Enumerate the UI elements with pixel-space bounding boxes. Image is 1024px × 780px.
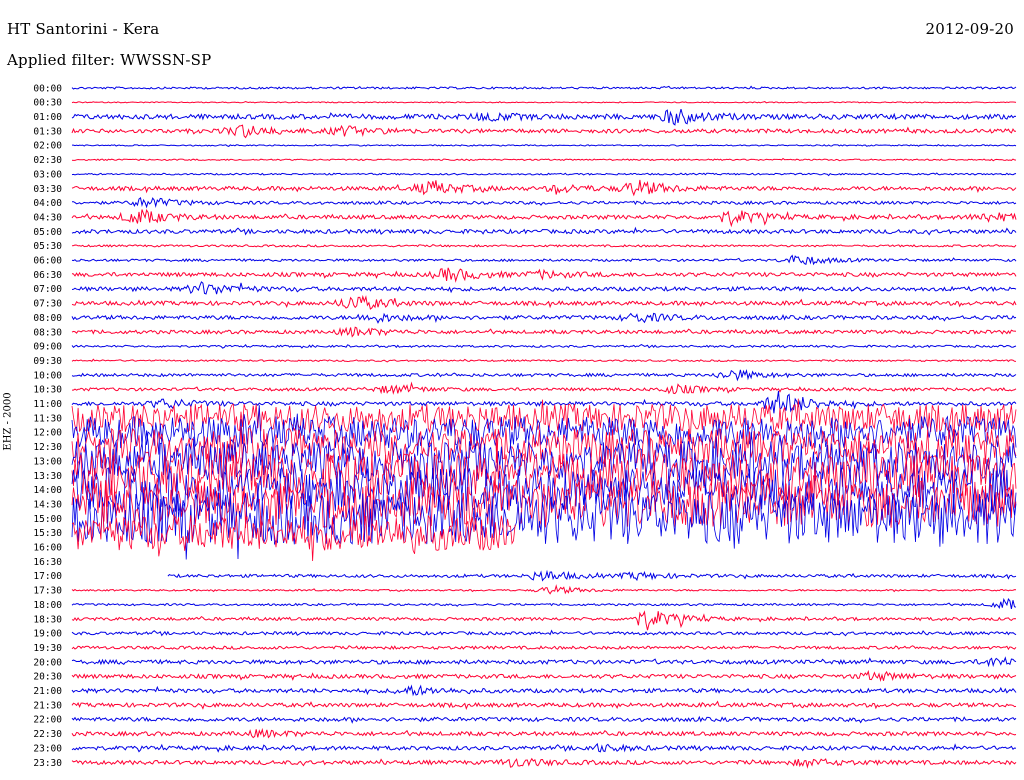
- time-tick-label: 02:00: [33, 141, 62, 152]
- time-tick-label: 10:30: [33, 385, 62, 396]
- trace-row-0600: [71, 254, 1017, 266]
- time-tick-label: 23:30: [33, 758, 62, 769]
- trace-row-2330: [71, 757, 1017, 769]
- trace-row-0930: [71, 358, 1017, 363]
- trace-row-1030: [72, 381, 1017, 395]
- time-tick-label: 14:00: [33, 485, 62, 496]
- time-tick-label: 17:00: [33, 571, 62, 582]
- trace-row-2030: [71, 669, 1017, 682]
- trace-row-0500: [71, 226, 1017, 236]
- time-tick-label: 13:30: [33, 471, 62, 482]
- time-tick-label: 20:30: [33, 672, 62, 683]
- time-tick-label: 04:30: [33, 212, 62, 223]
- time-tick-label: 08:30: [33, 327, 62, 338]
- trace-row-0900: [71, 344, 1017, 349]
- time-tick-label: 13:00: [33, 456, 62, 467]
- time-tick-label: 03:00: [33, 169, 62, 180]
- time-tick-label: 12:30: [33, 442, 62, 453]
- time-tick-label: 00:30: [33, 98, 62, 109]
- trace-row-1930: [71, 645, 1017, 651]
- time-tick-label: 07:00: [33, 284, 62, 295]
- trace-row-1100: [71, 390, 1017, 414]
- trace-row-1830: [71, 610, 1017, 631]
- time-tick-label: 23:00: [33, 743, 62, 754]
- time-tick-label: 18:30: [33, 614, 62, 625]
- trace-row-0200: [72, 143, 1017, 147]
- time-tick-label: 19:30: [33, 643, 62, 654]
- trace-row-2100: [71, 684, 1017, 697]
- trace-row-2230: [71, 727, 1017, 739]
- time-tick-label: 01:30: [33, 126, 62, 137]
- time-tick-label: 07:30: [33, 299, 62, 310]
- trace-row-0000: [71, 85, 1017, 90]
- trace-row-2000: [71, 656, 1017, 668]
- time-tick-label: 10:00: [33, 370, 62, 381]
- trace-row-0030: [71, 100, 1017, 104]
- trace-row-0530: [71, 244, 1017, 248]
- trace-row-0730: [71, 294, 1017, 310]
- trace-row-0700: [71, 281, 1017, 295]
- time-tick-label: 15:00: [33, 514, 62, 525]
- trace-row-1000: [71, 369, 1017, 382]
- time-tick-label: 06:30: [33, 270, 62, 281]
- time-tick-label: 05:30: [33, 241, 62, 252]
- time-tick-label: 00:00: [33, 83, 62, 94]
- time-tick-label: 20:00: [33, 657, 62, 668]
- time-tick-label: 01:00: [33, 112, 62, 123]
- trace-row-2300: [71, 742, 1017, 753]
- time-tick-label: 11:00: [33, 399, 62, 410]
- trace-row-0800: [71, 312, 1017, 324]
- trace-row-0130: [71, 124, 1016, 139]
- trace-row-2200: [71, 715, 1017, 724]
- time-tick-label: 04:00: [33, 198, 62, 209]
- trace-row-0100: [71, 108, 1017, 126]
- time-tick-label: 09:00: [33, 342, 62, 353]
- trace-row-0330: [71, 179, 1017, 197]
- trace-row-1730: [71, 584, 1017, 595]
- seismogram-plot: 00:00 00:30 01:00 01:30 02:00 02:30 03:00 03:30…: [33, 83, 1017, 769]
- trace-row-1700: [167, 569, 1017, 582]
- trace-row-0400: [72, 197, 1017, 209]
- trace-row-0230: [71, 157, 1017, 162]
- time-tick-label: 11:30: [33, 413, 62, 424]
- time-tick-label: 12:00: [33, 428, 62, 439]
- time-tick-label: 19:00: [33, 629, 62, 640]
- time-tick-label: 18:00: [33, 600, 62, 611]
- time-tick-label: 09:30: [33, 356, 62, 367]
- time-tick-label: 14:30: [33, 499, 62, 510]
- time-tick-label: 17:30: [33, 586, 62, 597]
- time-tick-label: 06:00: [33, 256, 62, 267]
- trace-row-0430: [71, 208, 1017, 228]
- time-tick-label: 21:30: [33, 700, 62, 711]
- trace-row-1900: [71, 629, 1017, 637]
- trace-row-0830: [71, 326, 1017, 338]
- time-tick-label: 03:30: [33, 184, 62, 195]
- time-tick-label: 16:30: [33, 557, 62, 568]
- trace-row-1800: [71, 597, 1017, 609]
- time-tick-label: 15:30: [33, 528, 62, 539]
- time-tick-label: 02:30: [33, 155, 62, 166]
- trace-row-2130: [71, 700, 1017, 710]
- time-tick-label: 21:00: [33, 686, 62, 697]
- time-tick-label: 22:30: [33, 729, 62, 740]
- time-tick-label: 16:00: [33, 543, 62, 554]
- trace-row-0300: [71, 172, 1017, 177]
- time-tick-label: 08:00: [33, 313, 62, 324]
- time-tick-label: 05:00: [33, 227, 62, 238]
- trace-row-0630: [71, 267, 1017, 283]
- time-tick-label: 22:00: [33, 715, 62, 726]
